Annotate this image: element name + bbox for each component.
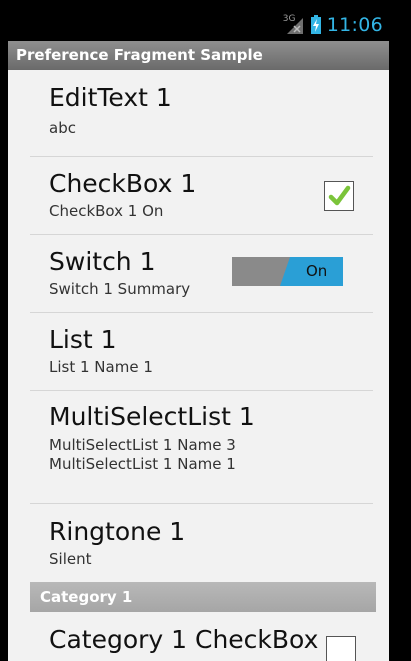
category-header: Category 1 — [30, 582, 376, 612]
pref-ringtone-1[interactable]: Ringtone 1 Silent — [8, 504, 389, 582]
switch-1-toggle[interactable]: On — [232, 257, 343, 286]
preference-list: EditText 1 abc CheckBox 1 CheckBox 1 On … — [8, 70, 389, 661]
pref-summary: List 1 Name 1 — [49, 358, 153, 376]
pref-summary: abc — [49, 119, 76, 137]
pref-summary-line-1: MultiSelectList 1 Name 3 — [49, 436, 236, 454]
pref-title: Ringtone 1 — [49, 517, 186, 546]
pref-list-1[interactable]: List 1 List 1 Name 1 — [8, 313, 389, 390]
pref-summary: Silent — [49, 550, 92, 568]
network-signal-icon: 3G — [283, 14, 305, 35]
pref-title: EditText 1 — [49, 83, 172, 112]
checkmark-icon — [328, 185, 351, 206]
pref-category-1-checkbox[interactable]: Category 1 CheckBox — [8, 612, 389, 661]
battery-charging-icon — [310, 15, 321, 34]
checkbox-1[interactable] — [324, 181, 354, 211]
status-clock: 11:06 — [326, 13, 383, 36]
app-bar-title: Preference Fragment Sample — [8, 41, 389, 70]
pref-switch-1[interactable]: Switch 1 Switch 1 Summary On — [8, 235, 389, 312]
device-screen: 3G 11:06 Preference Fragment Sample Edit… — [8, 8, 389, 661]
status-bar: 3G 11:06 — [8, 8, 389, 41]
category-checkbox[interactable] — [326, 636, 356, 661]
pref-checkbox-1[interactable]: CheckBox 1 CheckBox 1 On — [8, 157, 389, 234]
pref-title: MultiSelectList 1 — [49, 402, 255, 431]
switch-on-label: On — [306, 262, 328, 280]
pref-edittext-1[interactable]: EditText 1 abc — [8, 70, 389, 156]
pref-title: List 1 — [49, 325, 117, 354]
pref-summary-line-2: MultiSelectList 1 Name 1 — [49, 455, 236, 473]
status-icons: 3G 11:06 — [283, 8, 389, 41]
pref-multiselectlist-1[interactable]: MultiSelectList 1 MultiSelectList 1 Name… — [8, 391, 389, 503]
